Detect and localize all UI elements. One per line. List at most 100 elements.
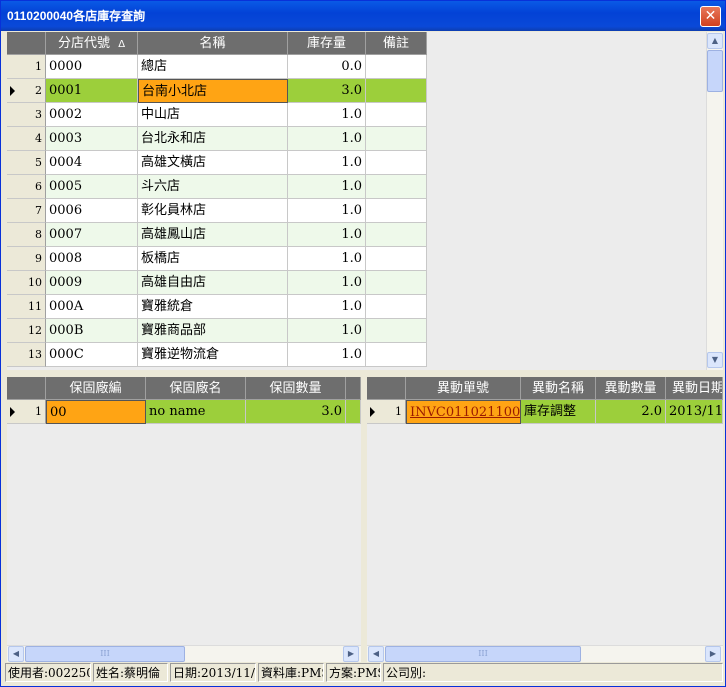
cell-store-code[interactable]: 0009 [46,271,138,295]
row-header[interactable]: 11 [7,295,46,319]
close-icon[interactable]: ✕ [700,6,721,27]
row-header[interactable]: 12 [7,319,46,343]
table-row[interactable]: 4 0003 台北永和店 1.0 [7,127,427,151]
cell-note[interactable] [366,79,427,103]
table-row[interactable]: 3 0002 中山店 1.0 [7,103,427,127]
cell-vendor-name[interactable]: no name [146,400,246,424]
column-header-store-code[interactable]: 分店代號 Δ [46,32,138,55]
cell-doc-no[interactable]: INVC0110211001 [406,400,521,424]
scroll-thumb[interactable]: III [385,646,581,662]
cell-stock-qty[interactable]: 0.0 [288,55,366,79]
cell-note[interactable] [366,319,427,343]
row-header[interactable]: 6 [7,175,46,199]
cell-store-name[interactable]: 台北永和店 [138,127,288,151]
scroll-right-icon[interactable]: ▶ [705,646,721,662]
row-header[interactable]: 1 [7,400,46,424]
cell-store-name[interactable]: 斗六店 [138,175,288,199]
cell-note[interactable] [366,103,427,127]
cell-stock-qty[interactable]: 1.0 [288,271,366,295]
cell-note[interactable] [366,247,427,271]
scroll-right-icon[interactable]: ▶ [343,646,359,662]
cell-stock-qty[interactable]: 1.0 [288,247,366,271]
row-header[interactable]: 9 [7,247,46,271]
row-header[interactable]: 5 [7,151,46,175]
table-row[interactable]: 9 0008 板橋店 1.0 [7,247,427,271]
row-header[interactable]: 8 [7,223,46,247]
table-row[interactable]: 11 000A 寶雅統倉 1.0 [7,295,427,319]
table-row[interactable]: 1 00 no name 3.0 [7,400,361,424]
cell-movement-qty[interactable]: 2.0 [596,400,666,424]
scroll-down-icon[interactable]: ▼ [707,352,723,368]
cell-note[interactable] [366,151,427,175]
cell-movement-type[interactable]: 庫存調整 [521,400,596,424]
cell-store-code[interactable]: 0006 [46,199,138,223]
store-grid-vertical-scrollbar[interactable]: ▲ ▼ [706,32,723,370]
cell-store-code[interactable]: 000B [46,319,138,343]
cell-store-code[interactable]: 0007 [46,223,138,247]
cell-store-code[interactable]: 0003 [46,127,138,151]
cell-stock-qty[interactable]: 1.0 [288,319,366,343]
table-row[interactable]: 6 0005 斗六店 1.0 [7,175,427,199]
column-header-warranty-qty[interactable]: 保固數量 [246,377,346,400]
cell-note[interactable] [366,223,427,247]
table-row[interactable]: 13 000C 寶雅逆物流倉 1.0 [7,343,427,367]
cell-note[interactable] [366,55,427,79]
row-header[interactable]: 7 [7,199,46,223]
table-row[interactable]: 5 0004 高雄文橫店 1.0 [7,151,427,175]
scroll-left-icon[interactable]: ◀ [368,646,384,662]
cell-store-code[interactable]: 0008 [46,247,138,271]
cell-store-code[interactable]: 0004 [46,151,138,175]
table-row[interactable]: 2 0001 台南小北店 3.0 [7,79,427,103]
cell-stock-qty[interactable]: 1.0 [288,175,366,199]
cell-note[interactable] [366,271,427,295]
cell-stock-qty[interactable]: 1.0 [288,103,366,127]
cell-stock-qty[interactable]: 3.0 [288,79,366,103]
cell-stock-qty[interactable]: 1.0 [288,343,366,367]
cell-note[interactable] [366,343,427,367]
column-header-note[interactable]: 備註 [366,32,427,55]
row-header[interactable]: 1 [7,55,46,79]
column-header-stock-qty[interactable]: 庫存量 [288,32,366,55]
cell-stock-qty[interactable]: 1.0 [288,151,366,175]
cell-store-name[interactable]: 彰化員林店 [138,199,288,223]
cell-stock-qty[interactable]: 1.0 [288,127,366,151]
column-header-movement-qty[interactable]: 異動數量 [596,377,666,400]
cell-stock-qty[interactable]: 1.0 [288,295,366,319]
cell-note[interactable] [366,295,427,319]
scroll-left-icon[interactable]: ◀ [8,646,24,662]
cell-store-name[interactable]: 高雄自由店 [138,271,288,295]
table-row[interactable]: 12 000B 寶雅商品部 1.0 [7,319,427,343]
cell-store-code[interactable]: 000A [46,295,138,319]
row-header[interactable]: 2 [7,79,46,103]
cell-store-name[interactable]: 中山店 [138,103,288,127]
movement-grid-horizontal-scrollbar[interactable]: ◀ III ▶ [367,645,723,662]
cell-store-name[interactable]: 寶雅商品部 [138,319,288,343]
cell-stock-qty[interactable]: 1.0 [288,199,366,223]
cell-movement-date[interactable]: 2013/11/ [666,400,723,424]
column-header-vendor-code[interactable]: 保固廠編 [46,377,146,400]
scroll-thumb[interactable]: III [25,646,185,662]
cell-store-code[interactable]: 000C [46,343,138,367]
table-row[interactable]: 7 0006 彰化員林店 1.0 [7,199,427,223]
cell-note[interactable] [366,127,427,151]
cell-store-code[interactable]: 0001 [46,79,138,103]
row-header[interactable]: 13 [7,343,46,367]
cell-warranty-qty[interactable]: 3.0 [246,400,346,424]
cell-store-code[interactable]: 0002 [46,103,138,127]
cell-store-name[interactable]: 總店 [138,55,288,79]
cell-store-code[interactable]: 0005 [46,175,138,199]
cell-store-name[interactable]: 高雄文橫店 [138,151,288,175]
column-header-name[interactable]: 名稱 [138,32,288,55]
scroll-thumb[interactable] [707,50,723,92]
cell-store-name[interactable]: 寶雅逆物流倉 [138,343,288,367]
row-header[interactable]: 1 [367,400,406,424]
row-header[interactable]: 3 [7,103,46,127]
warranty-grid-horizontal-scrollbar[interactable]: ◀ III ▶ [7,645,361,662]
cell-stock-qty[interactable]: 1.0 [288,223,366,247]
table-row[interactable]: 1 INVC0110211001 庫存調整 2.0 2013/11/ [367,400,723,424]
cell-note[interactable] [366,199,427,223]
row-header[interactable]: 10 [7,271,46,295]
cell-store-name[interactable]: 高雄鳳山店 [138,223,288,247]
cell-store-name[interactable]: 寶雅統倉 [138,295,288,319]
scroll-up-icon[interactable]: ▲ [707,33,723,49]
